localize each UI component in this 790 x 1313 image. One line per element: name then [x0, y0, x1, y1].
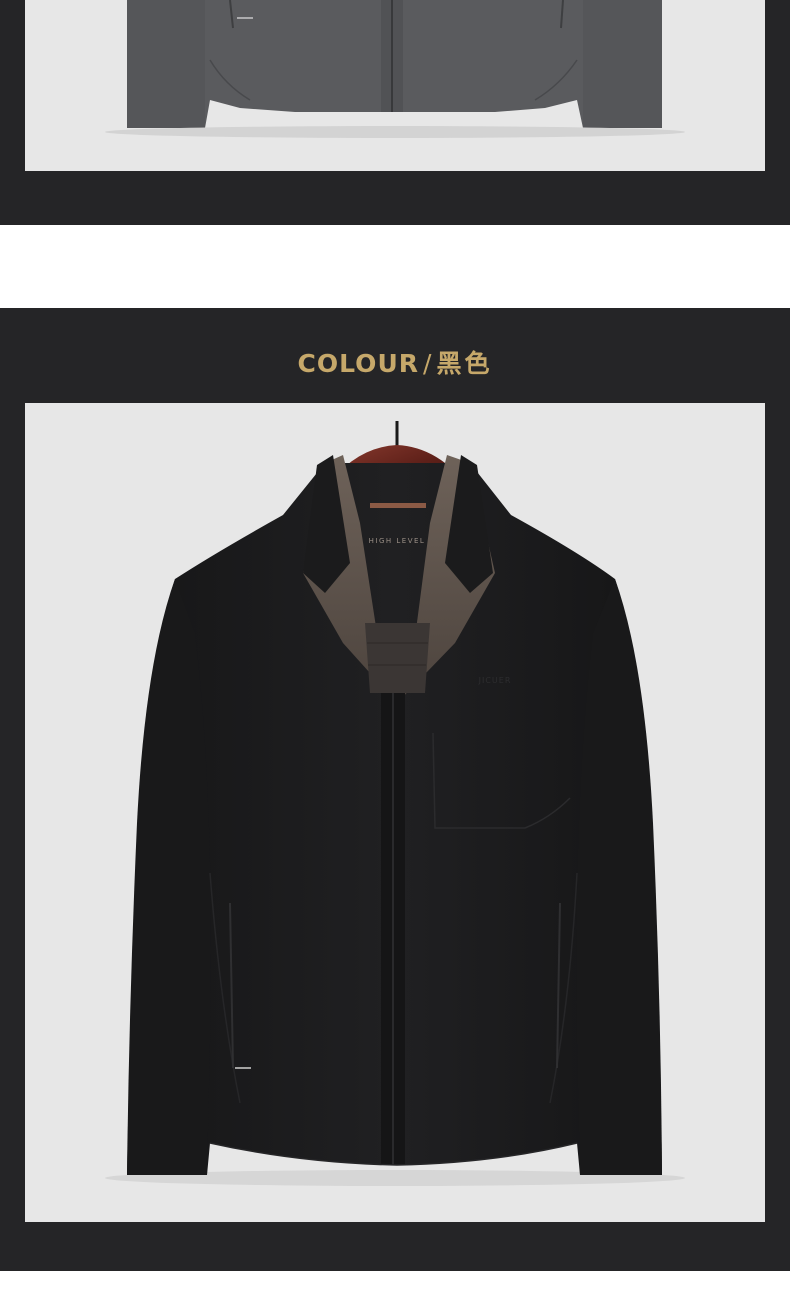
- grey-jacket-image: [105, 0, 685, 138]
- panel-footer: [0, 1222, 790, 1271]
- grey-jacket-panel: [0, 0, 790, 225]
- black-jacket-panel: COLOUR / 黑色 HIGH LEVEL JICUER: [0, 308, 790, 1271]
- colour-separator: /: [423, 349, 433, 378]
- colour-label-en: COLOUR: [297, 349, 419, 378]
- colour-heading: COLOUR / 黑色: [0, 344, 790, 380]
- lining-text: HIGH LEVEL: [369, 537, 426, 545]
- black-jacket-image: HIGH LEVEL JICUER: [105, 421, 685, 1186]
- colour-label-cn: 黑色: [436, 349, 493, 378]
- grey-jacket-photo: [25, 0, 765, 171]
- black-jacket-photo: HIGH LEVEL JICUER: [25, 403, 765, 1222]
- chest-logo: JICUER: [478, 676, 512, 685]
